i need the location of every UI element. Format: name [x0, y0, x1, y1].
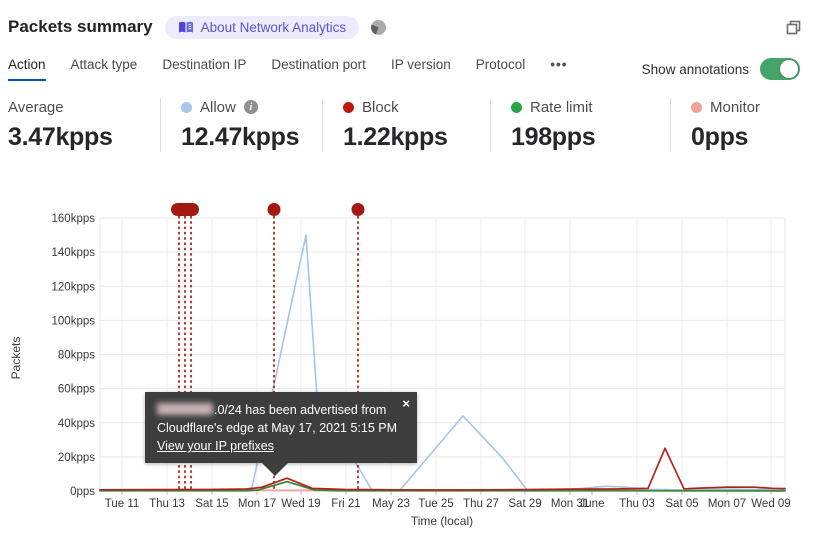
tab-action[interactable]: Action — [8, 57, 46, 81]
tab-protocol[interactable]: Protocol — [476, 57, 526, 81]
redacted-ip — [157, 403, 213, 415]
tab-destination-ip[interactable]: Destination IP — [162, 57, 246, 81]
tooltip-line-1: .0/24 has been advertised from — [157, 401, 405, 419]
stat-label: Monitor — [710, 98, 761, 116]
show-annotations-label: Show annotations — [641, 61, 749, 77]
y-axis-label: 140kpps — [52, 247, 96, 259]
rate-limit-dot — [511, 101, 522, 113]
x-axis-label: Sat 29 — [508, 498, 541, 510]
stat-average: Averagei 3.47kpps — [0, 98, 160, 152]
annotation-marker[interactable] — [267, 203, 281, 216]
x-axis-label: Tue 25 — [418, 498, 453, 510]
stat-value: 198pps — [511, 123, 596, 151]
y-axis-label: 60kpps — [58, 384, 95, 396]
overlapping-windows-icon — [786, 20, 801, 34]
tab-attack-type[interactable]: Attack type — [71, 57, 138, 81]
stat-label: Average — [8, 98, 64, 116]
x-axis-label: Thu 27 — [463, 498, 499, 510]
stat-allow: Allow i 12.47kpps — [160, 98, 322, 152]
show-annotations-group: Show annotations — [642, 58, 800, 80]
x-axis-label: Sat 15 — [195, 498, 228, 510]
info-icon[interactable]: i — [243, 100, 258, 114]
tab-destination-port[interactable]: Destination port — [271, 57, 366, 81]
y-axis-label: 100kpps — [52, 315, 96, 327]
about-network-analytics-badge[interactable]: About Network Analytics — [164, 15, 360, 39]
x-axis-label: May 23 — [372, 498, 410, 510]
stat-value: 0pps — [691, 123, 749, 151]
toggle-knob — [780, 60, 798, 78]
annotation-marker[interactable] — [351, 203, 365, 216]
show-annotations-toggle[interactable] — [760, 58, 800, 80]
network-analytics-panel: Packets summary About Network Analytics … — [0, 0, 816, 545]
x-axis-label: Thu 03 — [619, 498, 655, 510]
tab-ip-version[interactable]: IP version — [391, 57, 451, 81]
stat-value: 3.47kpps — [8, 123, 113, 151]
stat-label: Block — [362, 98, 399, 116]
popout-icon[interactable] — [785, 19, 802, 36]
x-axis-label: Thu 13 — [149, 498, 185, 510]
header: Packets summary About Network Analytics — [0, 0, 816, 42]
tooltip-caret — [262, 463, 288, 476]
y-axis-label: 80kpps — [58, 350, 95, 362]
y-axis-label: 120kpps — [52, 281, 96, 293]
annotation-tooltip: × .0/24 has been advertised from Cloudfl… — [145, 392, 417, 476]
y-axis-label: 160kpps — [52, 213, 96, 225]
block-dot — [343, 101, 354, 113]
close-icon[interactable]: × — [400, 395, 412, 412]
view-ip-prefixes-link[interactable]: View your IP prefixes — [157, 439, 274, 453]
x-axis-label: Wed 19 — [281, 498, 320, 510]
monitor-dot — [691, 101, 702, 113]
tabs-more-icon[interactable]: ••• — [550, 57, 567, 81]
x-axis-label: Mon 17 — [238, 498, 276, 510]
book-icon — [178, 21, 193, 32]
stat-label: Allow — [200, 98, 236, 116]
stat-value: 1.22kpps — [343, 123, 448, 151]
x-axis-label: Mon 07 — [708, 498, 746, 510]
x-axis-title: Time (local) — [411, 514, 473, 528]
stats-row: Averagei 3.47kpps Allowi 12.47kpps Block… — [0, 98, 816, 152]
stat-monitor: Monitori 0pps — [670, 98, 816, 152]
x-axis-label: June — [580, 498, 605, 510]
axis-labels: 0pps 20kpps 40kpps 60kpps 80kpps 100kpps 120kp… — [9, 213, 791, 528]
allow-dot — [181, 101, 192, 113]
stat-label: Rate limit — [530, 98, 593, 116]
tooltip-line-2: Cloudflare's edge at May 17, 2021 5:15 P… — [157, 421, 398, 435]
y-axis-title: Packets — [9, 337, 23, 380]
y-axis-label: 20kpps — [58, 452, 95, 464]
x-axis-label: Sat 05 — [665, 498, 698, 510]
stat-value: 12.47kpps — [181, 123, 300, 151]
page-title: Packets summary — [8, 17, 153, 36]
annotation-cluster-marker[interactable] — [171, 203, 199, 216]
stat-rate-limit: Rate limiti 198pps — [490, 98, 670, 152]
stat-block: Blocki 1.22kpps — [322, 98, 490, 152]
y-axis-label: 0pps — [70, 486, 95, 498]
y-axis-label: 40kpps — [58, 418, 95, 430]
x-axis-label: Tue 11 — [105, 498, 140, 510]
tab-bar: Action Attack type Destination IP Destin… — [0, 42, 816, 81]
badge-label: About Network Analytics — [200, 19, 347, 35]
x-axis-label: Fri 21 — [331, 498, 360, 510]
usage-pie-icon[interactable] — [371, 19, 387, 35]
x-axis-label: Wed 09 — [751, 498, 790, 510]
packets-chart[interactable]: 0pps 20kpps 40kpps 60kpps 80kpps 100kpps 120kp… — [0, 190, 816, 540]
